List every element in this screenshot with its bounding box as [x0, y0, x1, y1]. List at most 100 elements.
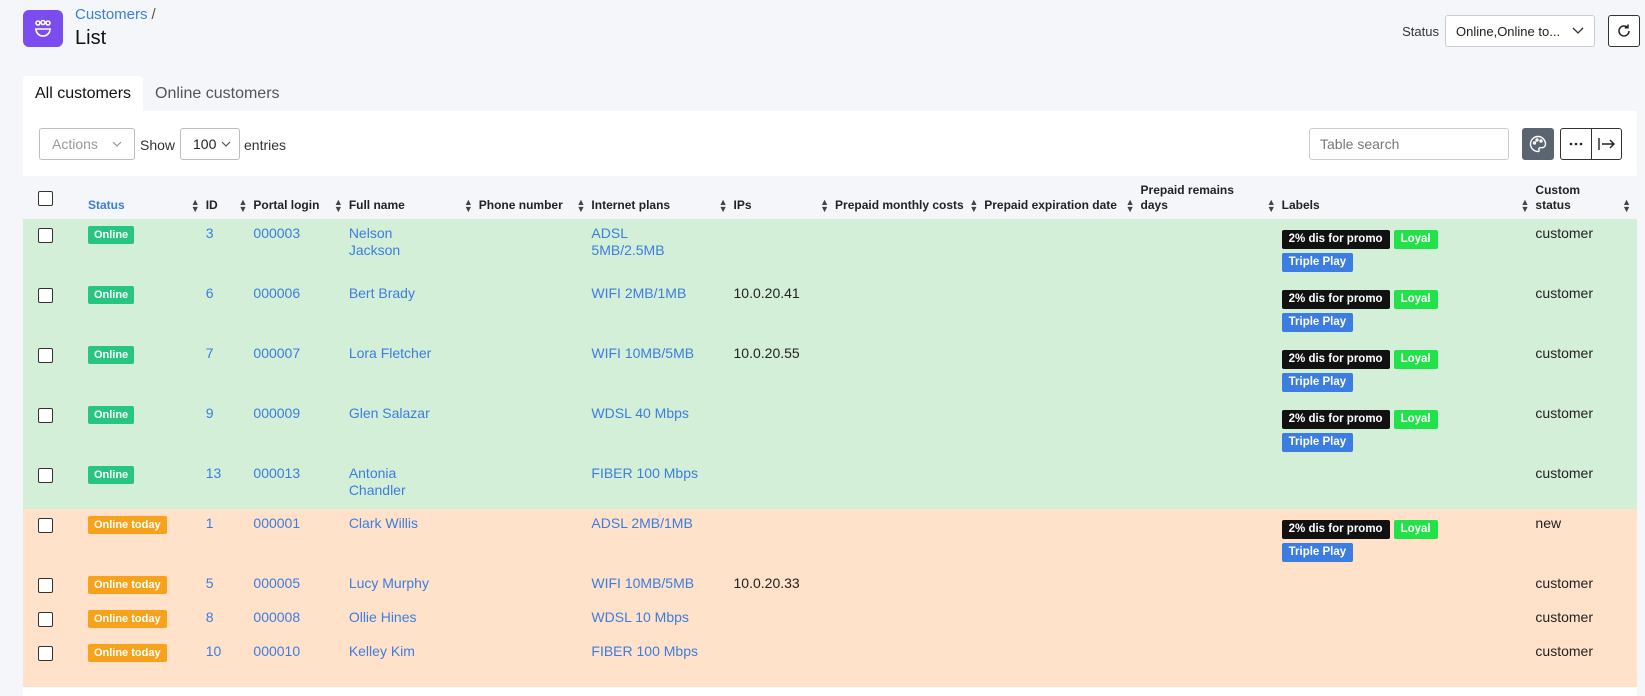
row-checkbox[interactable]: [38, 612, 53, 627]
portal-login-link[interactable]: 000006: [253, 285, 300, 301]
ip-cell: [733, 509, 836, 569]
table-row[interactable]: Online 13 000013 Antonia Chandler FIBER 100 …: [23, 459, 1637, 509]
customer-id-link[interactable]: 1: [206, 515, 214, 531]
row-checkbox[interactable]: [38, 288, 53, 303]
ip-cell: 10.0.20.55: [733, 339, 836, 399]
full-name-cell: Bert Brady: [348, 279, 479, 339]
table-row[interactable]: Online 7 000007 Lora Fletcher WIFI 10MB/5MB 1…: [23, 339, 1637, 399]
row-select-cell: [23, 509, 88, 569]
internet-plan-link[interactable]: ADSL 2MB/1MB: [591, 515, 727, 532]
column-full-name[interactable]: Full name ▲ ▼: [348, 176, 479, 219]
portal-login-link[interactable]: 000009: [253, 405, 300, 421]
portal-login-link[interactable]: 000013: [253, 465, 300, 481]
table-row[interactable]: Online 9 000009 Glen Salazar WDSL 40 Mbps 2% …: [23, 399, 1637, 459]
row-checkbox[interactable]: [38, 468, 53, 483]
customer-id-link[interactable]: 10: [206, 643, 222, 659]
more-options-button[interactable]: [1561, 129, 1591, 159]
table-row[interactable]: Online today 10 000010 Kelley Kim FIBER 100 …: [23, 637, 1637, 687]
table-row[interactable]: Online 3 000003 Nelson Jackson ADSL 5MB/2.5M…: [23, 219, 1637, 279]
table-search-input[interactable]: [1320, 136, 1501, 152]
customer-name-link[interactable]: Nelson Jackson: [349, 225, 429, 259]
column-status[interactable]: Status ▲ ▼: [87, 176, 206, 219]
prepaid-expiration-cell: [984, 509, 1141, 569]
internet-plan-link[interactable]: FIBER 100 Mbps: [591, 643, 727, 660]
prepaid-expiration-cell: [984, 399, 1141, 459]
customer-name-link[interactable]: Glen Salazar: [349, 405, 473, 422]
color-palette-button[interactable]: [1522, 128, 1554, 160]
customer-id-link[interactable]: 6: [206, 285, 214, 301]
row-checkbox[interactable]: [38, 578, 53, 593]
sort-icon: ▲ ▼: [333, 197, 343, 214]
internet-plan-link[interactable]: WDSL 10 Mbps: [591, 609, 727, 626]
portal-login-link[interactable]: 000007: [253, 345, 300, 361]
customer-name-link[interactable]: Antonia Chandler: [349, 465, 429, 499]
tab-online-customers[interactable]: Online customers: [143, 76, 292, 111]
status-badge: Online today: [87, 516, 167, 534]
status-filter-select[interactable]: Online,Online to...: [1445, 15, 1595, 47]
column-prepaid-monthly-costs[interactable]: Prepaid monthly costs ▲ ▼: [835, 176, 985, 219]
status-badge: Online: [87, 406, 135, 424]
portal-login-link[interactable]: 000010: [253, 643, 300, 659]
table-row[interactable]: Online today 5 000005 Lucy Murphy WIFI 10MB/…: [23, 569, 1637, 603]
customer-id-link[interactable]: 8: [206, 609, 214, 625]
table-row[interactable]: Online 6 000006 Bert Brady WIFI 2MB/1MB 10.0.…: [23, 279, 1637, 339]
row-checkbox[interactable]: [38, 348, 53, 363]
table-row[interactable]: Online today 1 000001 Clark Willis ADSL 2MB/…: [23, 509, 1637, 569]
status-badge: Online: [87, 286, 135, 304]
prepaid-expiration-cell: [984, 637, 1141, 687]
portal-login-link[interactable]: 000008: [253, 609, 300, 625]
row-checkbox[interactable]: [38, 518, 53, 533]
internet-plan-link[interactable]: FIBER 100 Mbps: [591, 465, 727, 482]
row-checkbox[interactable]: [38, 228, 53, 243]
status-filter: Status Online,Online to...: [1402, 15, 1595, 47]
sort-icon: ▲ ▼: [1266, 197, 1276, 214]
internet-plan-link[interactable]: WIFI 2MB/1MB: [591, 285, 727, 302]
portal-login-link[interactable]: 000005: [253, 575, 300, 591]
column-ips[interactable]: IPs ▲ ▼: [733, 176, 836, 219]
column-prepaid-expiration-date[interactable]: Prepaid expiration date ▲ ▼: [984, 176, 1141, 219]
label-badge-triple-play: Triple Play: [1281, 543, 1354, 562]
select-all-checkbox[interactable]: [38, 191, 53, 206]
customer-id-link[interactable]: 13: [206, 465, 222, 481]
ip-cell: [733, 459, 836, 509]
row-checkbox[interactable]: [38, 408, 53, 423]
column-internet-plans[interactable]: Internet plans ▲ ▼: [591, 176, 734, 219]
table-row[interactable]: Online today 8 000008 Ollie Hines WDSL 10 Mb…: [23, 603, 1637, 637]
expand-panel-button[interactable]: [1591, 129, 1621, 159]
breadcrumb-customers-link[interactable]: Customers: [75, 6, 148, 23]
custom-status-cell: customer: [1535, 399, 1637, 459]
customer-id-link[interactable]: 9: [206, 405, 214, 421]
column-id[interactable]: ID ▲ ▼: [205, 176, 254, 219]
labels-list: 2% dis for promo Loyal Triple Play: [1281, 520, 1462, 562]
column-custom-status[interactable]: Custom status ▲ ▼: [1535, 176, 1637, 219]
column-labels[interactable]: Labels ▲ ▼: [1281, 176, 1536, 219]
internet-plan-link[interactable]: WIFI 10MB/5MB: [591, 575, 727, 592]
customer-id-link[interactable]: 7: [206, 345, 214, 361]
column-prepaid-remains-days[interactable]: Prepaid remains days ▲ ▼: [1140, 176, 1282, 219]
customer-name-link[interactable]: Lora Fletcher: [349, 345, 473, 362]
customer-name-link[interactable]: Clark Willis: [349, 515, 473, 532]
column-plans-label: Internet plans: [591, 198, 671, 212]
column-phone-number[interactable]: Phone number ▲ ▼: [478, 176, 592, 219]
portal-login-link[interactable]: 000001: [253, 515, 300, 531]
customer-name-link[interactable]: Kelley Kim: [349, 643, 473, 660]
actions-dropdown[interactable]: Actions: [39, 128, 135, 160]
tab-all-customers[interactable]: All customers: [23, 76, 144, 111]
column-portal-login[interactable]: Portal login ▲ ▼: [253, 176, 349, 219]
internet-plan-link[interactable]: ADSL 5MB/2.5MB: [591, 225, 664, 259]
label-badge-triple-play: Triple Play: [1281, 313, 1354, 332]
entries-select[interactable]: 100: [180, 128, 240, 160]
refresh-button[interactable]: [1608, 15, 1640, 47]
customer-name-link[interactable]: Ollie Hines: [349, 609, 473, 626]
id-cell: 3: [205, 219, 254, 279]
internet-plan-link[interactable]: WIFI 10MB/5MB: [591, 345, 727, 362]
customer-id-link[interactable]: 3: [206, 225, 214, 241]
ellipsis-icon: [1569, 142, 1583, 146]
sort-icon: ▲ ▼: [238, 197, 248, 214]
customer-id-link[interactable]: 5: [206, 575, 214, 591]
customer-name-link[interactable]: Lucy Murphy: [349, 575, 473, 592]
internet-plan-link[interactable]: WDSL 40 Mbps: [591, 405, 727, 422]
portal-login-link[interactable]: 000003: [253, 225, 300, 241]
customer-name-link[interactable]: Bert Brady: [349, 285, 473, 302]
row-checkbox[interactable]: [38, 646, 53, 661]
